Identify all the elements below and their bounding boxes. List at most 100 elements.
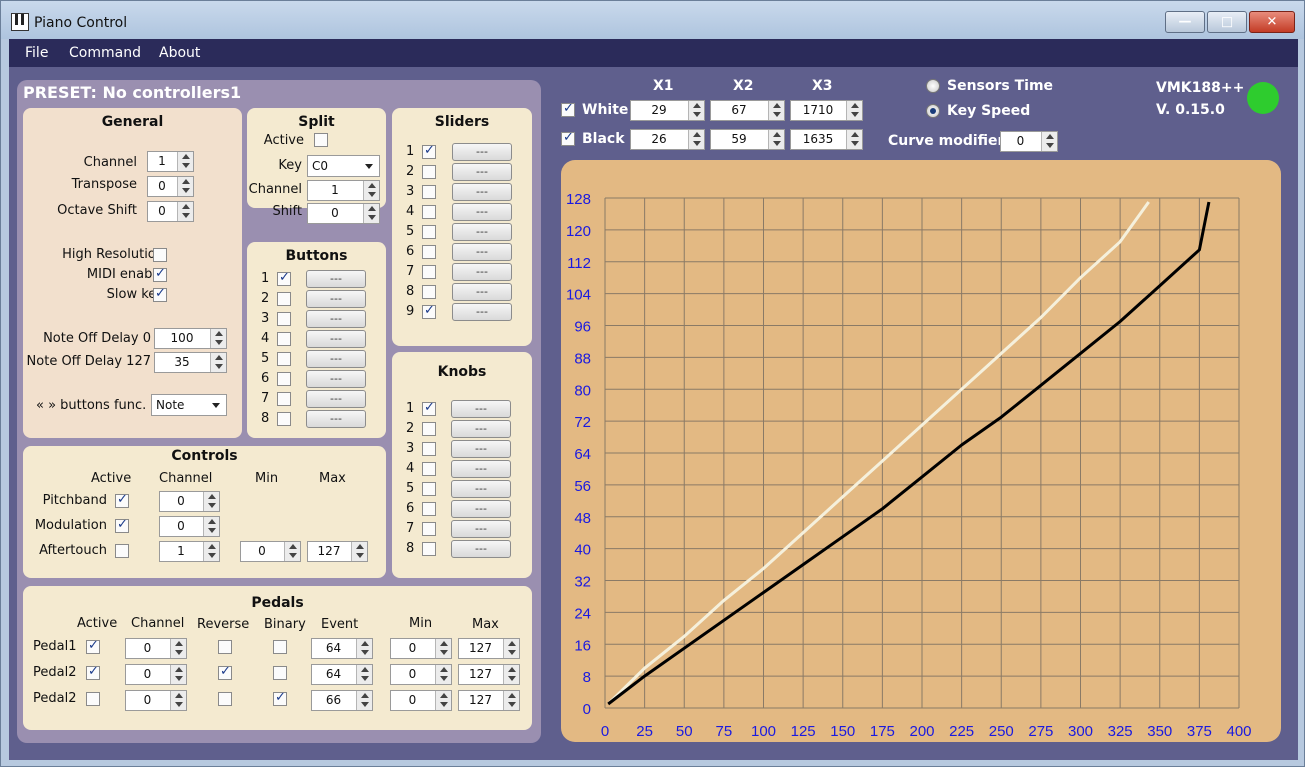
slider-assign-button[interactable]: --- [452,183,512,201]
midi-enable-checkbox[interactable] [153,266,167,282]
spinner-arrows-icon[interactable] [363,204,379,223]
split-shift-spinner[interactable]: 0 [307,203,380,224]
split-key-dropdown[interactable]: C0 [307,155,380,177]
knob-assign-button[interactable]: --- [451,500,511,518]
knob-checkbox[interactable] [422,400,436,416]
slow-key-checkbox[interactable] [153,286,167,302]
button-assign-button[interactable]: --- [306,270,366,288]
button-checkbox[interactable] [277,412,291,426]
slider-assign-button[interactable]: --- [452,203,512,221]
knob-checkbox[interactable] [422,482,436,496]
knob-checkbox[interactable] [422,422,436,436]
pedal-event-spinner[interactable]: 66 [311,690,373,711]
spinner-arrows-icon[interactable] [688,101,704,120]
slider-checkbox[interactable] [422,303,436,319]
high-resolution-checkbox[interactable] [153,248,167,262]
control-channel-spinner[interactable]: 0 [159,491,220,512]
button-checkbox[interactable] [277,270,291,286]
sensors-time-radio[interactable] [926,79,940,93]
pedal-event-spinner[interactable]: 64 [311,638,373,659]
pedal-active-checkbox[interactable] [86,638,100,654]
pedal-active-checkbox[interactable] [86,692,100,706]
spinner-arrows-icon[interactable] [688,130,704,149]
transpose-spinner[interactable]: 0 [147,176,194,197]
button-assign-button[interactable]: --- [306,310,366,328]
control-active-checkbox[interactable] [115,517,129,533]
control-channel-spinner[interactable]: 0 [159,516,220,537]
button-assign-button[interactable]: --- [306,410,366,428]
spinner-arrows-icon[interactable] [846,101,862,120]
octave-shift-spinner[interactable]: 0 [147,201,194,222]
button-checkbox[interactable] [277,332,291,346]
spinner-arrows-icon[interactable] [203,492,219,511]
knob-assign-button[interactable]: --- [451,420,511,438]
black-x3-spinner[interactable]: 1635 [790,129,863,150]
slider-assign-button[interactable]: --- [452,263,512,281]
button-assign-button[interactable]: --- [306,290,366,308]
note-off-delay-0-spinner[interactable]: 100 [154,328,227,349]
pedal-min-spinner[interactable]: 0 [390,664,452,685]
spinner-arrows-icon[interactable] [1041,132,1057,151]
knob-assign-button[interactable]: --- [451,400,511,418]
knob-assign-button[interactable]: --- [451,480,511,498]
knob-assign-button[interactable]: --- [451,440,511,458]
pedal-max-spinner[interactable]: 127 [458,638,520,659]
spinner-arrows-icon[interactable] [203,517,219,536]
spinner-arrows-icon[interactable] [435,691,451,710]
note-off-delay-127-spinner[interactable]: 35 [154,352,227,373]
control-active-checkbox[interactable] [115,544,129,558]
pedal-channel-spinner[interactable]: 0 [125,690,187,711]
slider-checkbox[interactable] [422,285,436,299]
menu-about[interactable]: About [159,45,200,61]
white-x3-spinner[interactable]: 1710 [790,100,863,121]
white-x2-spinner[interactable]: 67 [710,100,785,121]
control-channel-spinner[interactable]: 1 [159,541,220,562]
slider-assign-button[interactable]: --- [452,223,512,241]
pedal-min-spinner[interactable]: 0 [390,638,452,659]
pedal-active-checkbox[interactable] [86,664,100,680]
knob-checkbox[interactable] [422,502,436,516]
knob-assign-button[interactable]: --- [451,520,511,538]
knob-assign-button[interactable]: --- [451,460,511,478]
spinner-arrows-icon[interactable] [170,691,186,710]
control-min-spinner[interactable]: 0 [240,541,301,562]
spinner-arrows-icon[interactable] [503,639,519,658]
pedal-reverse-checkbox[interactable] [218,664,232,680]
button-assign-button[interactable]: --- [306,350,366,368]
knob-assign-button[interactable]: --- [451,540,511,558]
white-x1-spinner[interactable]: 29 [630,100,705,121]
spinner-arrows-icon[interactable] [435,639,451,658]
pedal-channel-spinner[interactable]: 0 [125,638,187,659]
spinner-arrows-icon[interactable] [177,152,193,171]
pedal-reverse-checkbox[interactable] [218,692,232,706]
knob-checkbox[interactable] [422,522,436,536]
spinner-arrows-icon[interactable] [203,542,219,561]
pedal-event-spinner[interactable]: 64 [311,664,373,685]
slider-assign-button[interactable]: --- [452,303,512,321]
knob-checkbox[interactable] [422,442,436,456]
slider-checkbox[interactable] [422,265,436,279]
spinner-arrows-icon[interactable] [435,665,451,684]
pedal-binary-checkbox[interactable] [273,690,287,706]
black-x2-spinner[interactable]: 59 [710,129,785,150]
button-assign-button[interactable]: --- [306,330,366,348]
spinner-arrows-icon[interactable] [177,202,193,221]
slider-assign-button[interactable]: --- [452,143,512,161]
button-checkbox[interactable] [277,372,291,386]
spinner-arrows-icon[interactable] [503,665,519,684]
control-active-checkbox[interactable] [115,492,129,508]
spinner-arrows-icon[interactable] [503,691,519,710]
button-checkbox[interactable] [277,292,291,306]
button-checkbox[interactable] [277,352,291,366]
knob-checkbox[interactable] [422,542,436,556]
spinner-arrows-icon[interactable] [356,639,372,658]
pedal-min-spinner[interactable]: 0 [390,690,452,711]
pedal-max-spinner[interactable]: 127 [458,664,520,685]
slider-checkbox[interactable] [422,205,436,219]
button-assign-button[interactable]: --- [306,390,366,408]
spinner-arrows-icon[interactable] [170,639,186,658]
spinner-arrows-icon[interactable] [356,691,372,710]
slider-checkbox[interactable] [422,225,436,239]
curve-modifier-spinner[interactable]: 0 [1000,131,1058,152]
split-active-checkbox[interactable] [314,133,328,147]
